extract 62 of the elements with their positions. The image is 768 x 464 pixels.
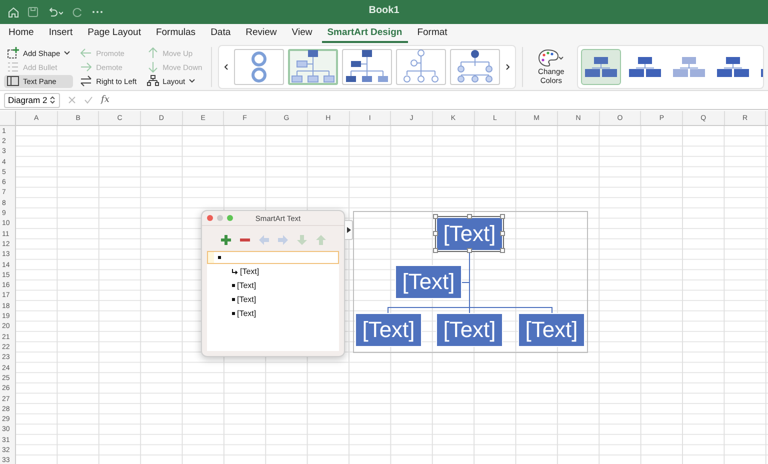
down-arrow-icon <box>146 61 159 73</box>
ribbon-tab[interactable]: Formulas <box>150 25 202 43</box>
up-arrow-icon <box>146 47 159 59</box>
name-box[interactable]: Diagram 2 <box>4 92 60 108</box>
redo-icon[interactable] <box>72 6 83 18</box>
layout-thumbnail[interactable] <box>288 49 338 85</box>
resize-handle[interactable] <box>500 214 505 219</box>
bullet-icon <box>232 298 235 301</box>
resize-handle[interactable] <box>433 214 438 219</box>
return-arrow-icon <box>232 268 238 274</box>
bullet-icon <box>232 284 235 287</box>
resize-handle[interactable] <box>500 231 505 236</box>
save-icon[interactable] <box>28 7 38 17</box>
hierarchy-icon <box>146 75 159 87</box>
ribbon-tab[interactable]: Data <box>205 25 236 43</box>
diagram-node[interactable]: [Text] <box>395 265 462 299</box>
scroll-right-icon[interactable] <box>504 62 512 72</box>
more-icon[interactable] <box>92 10 103 14</box>
resize-handle[interactable] <box>500 248 505 253</box>
org-chart-drawing <box>291 49 336 85</box>
ribbon-tab[interactable]: Review <box>240 25 282 43</box>
window-title: Book1 <box>368 5 400 16</box>
layout-thumbnail[interactable] <box>234 49 284 85</box>
ribbon-tab[interactable]: View <box>286 25 318 43</box>
left-arrow-icon <box>80 47 92 59</box>
org-chart-drawing <box>345 49 390 85</box>
bullet-icon <box>218 256 221 259</box>
confirm-icon[interactable] <box>84 96 93 104</box>
scroll-left-icon[interactable] <box>222 62 230 72</box>
diagram-node[interactable]: [Text] <box>518 313 585 347</box>
caret-icon <box>189 79 196 83</box>
close-icon[interactable] <box>207 215 213 221</box>
text-pane-icon <box>7 75 19 87</box>
home-icon[interactable] <box>8 6 19 18</box>
add-shape-icon <box>7 47 19 59</box>
right-arrow-icon <box>80 61 92 73</box>
resize-handle[interactable] <box>466 248 472 253</box>
resize-handle[interactable] <box>433 231 438 236</box>
ribbon-tab[interactable]: Home <box>3 25 40 43</box>
swap-arrows-icon <box>80 75 92 87</box>
zoom-icon[interactable] <box>227 215 233 221</box>
diagram-node[interactable]: [Text] <box>436 217 503 251</box>
ribbon-tab[interactable]: Page Layout <box>82 25 146 43</box>
ribbon-tab[interactable]: Insert <box>43 25 78 43</box>
resize-handle[interactable] <box>466 214 472 219</box>
diagram-node[interactable]: [Text] <box>355 313 422 347</box>
cancel-icon[interactable] <box>68 96 76 104</box>
style-thumbnail[interactable] <box>581 49 622 85</box>
stepper-icon <box>50 96 56 104</box>
ribbon-tab[interactable]: Format <box>412 25 453 43</box>
resize-handle[interactable] <box>433 248 438 253</box>
diagram-node[interactable]: [Text] <box>436 313 503 347</box>
layout-thumbnail[interactable] <box>342 49 392 85</box>
plus-icon[interactable] <box>220 234 232 246</box>
insert-function-button[interactable]: fx <box>101 95 110 105</box>
palette-icon <box>538 49 564 67</box>
bullet-list-icon <box>7 61 19 73</box>
undo-icon[interactable] <box>47 6 63 18</box>
layout-thumbnail[interactable] <box>396 49 446 85</box>
layout-thumbnail[interactable] <box>450 49 500 85</box>
caret-icon <box>64 51 70 55</box>
bullet-icon <box>232 312 235 315</box>
